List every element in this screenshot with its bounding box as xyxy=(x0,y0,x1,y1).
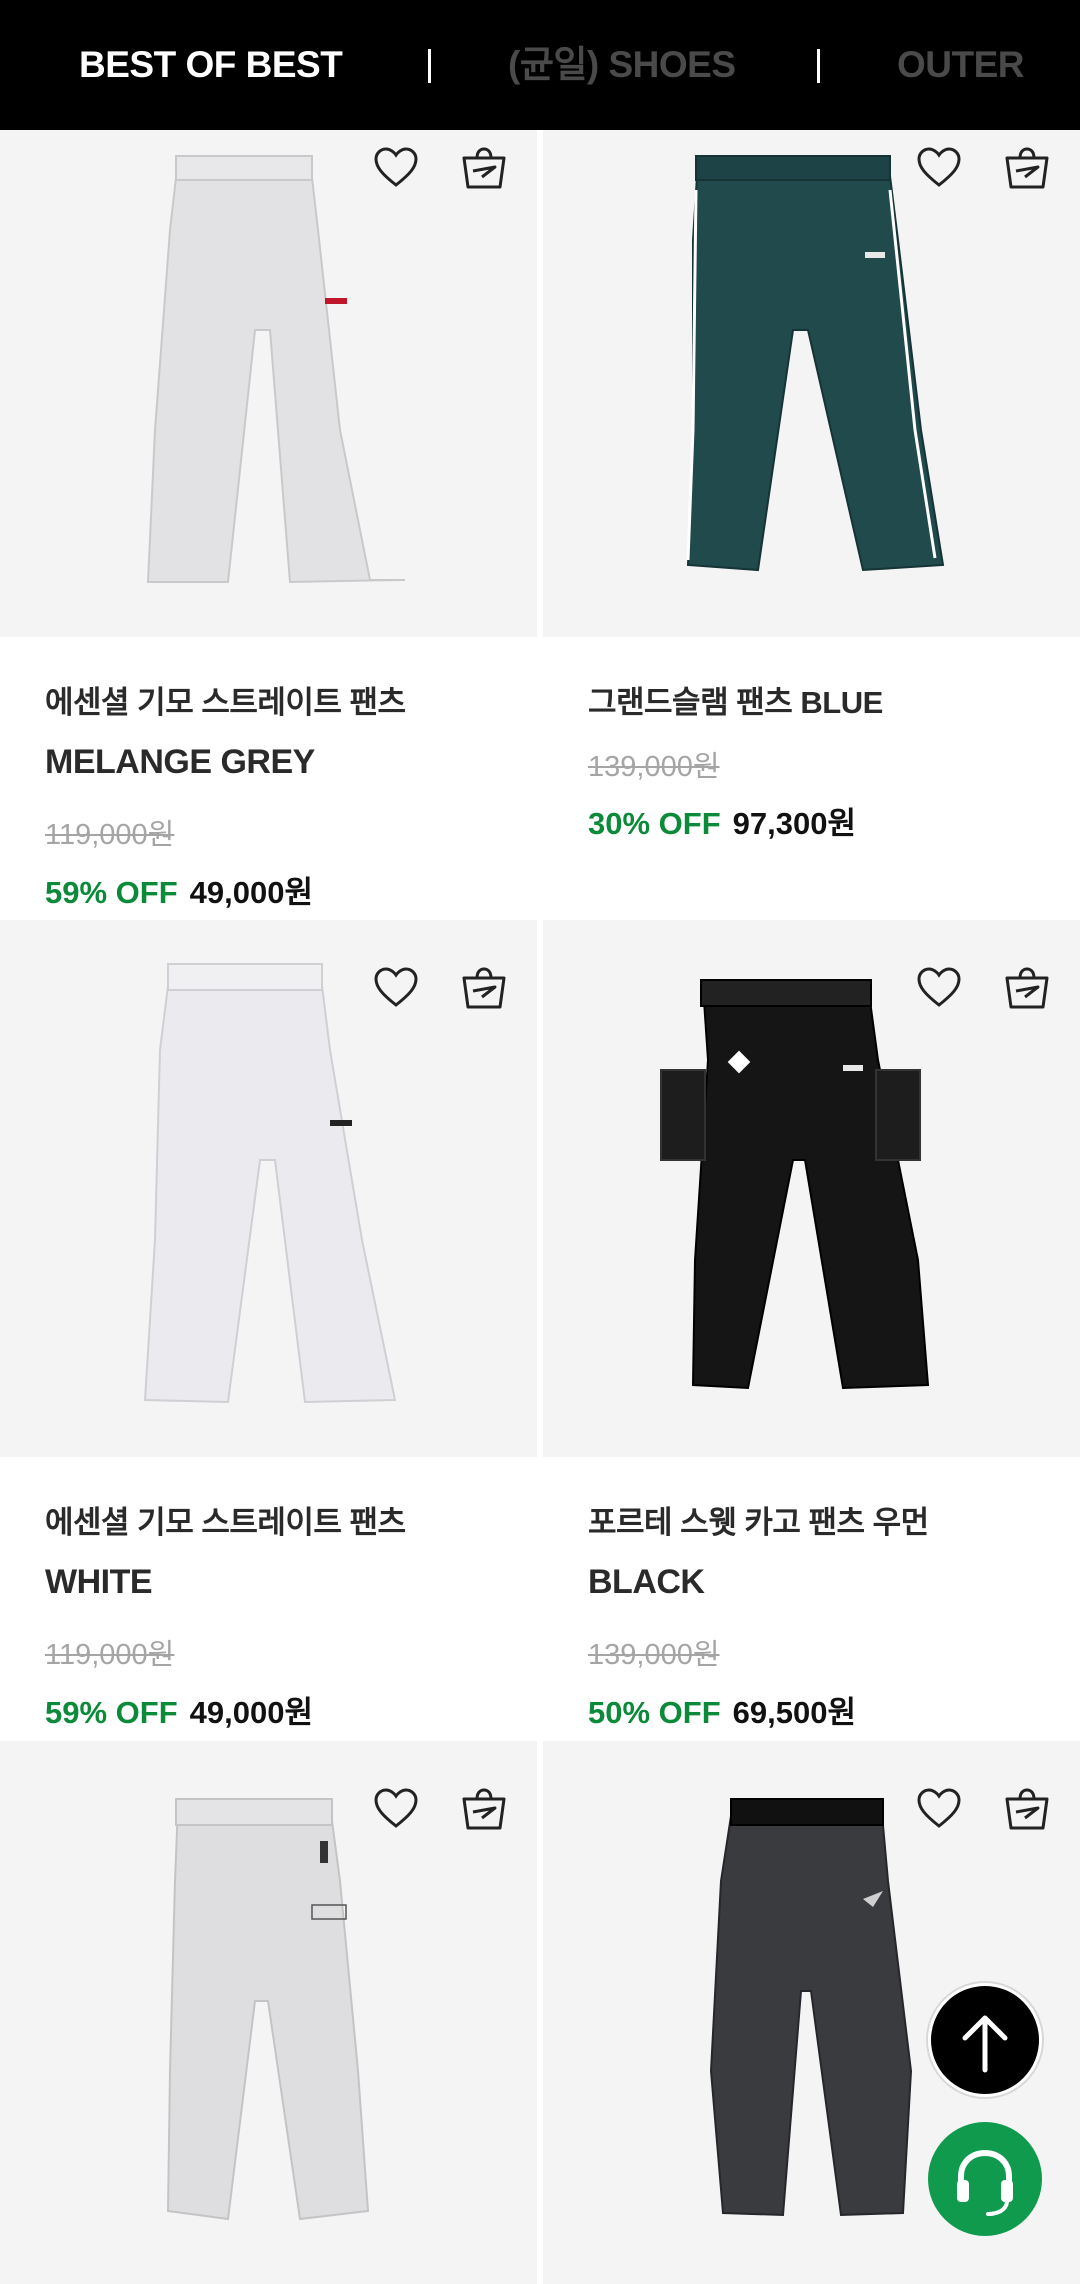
product-color: BLACK xyxy=(588,1563,705,1601)
product-image[interactable] xyxy=(543,130,1080,637)
shopping-bag-icon[interactable] xyxy=(1003,144,1051,192)
tab-outer[interactable]: OUTER xyxy=(897,42,1025,88)
product-card[interactable] xyxy=(0,1741,537,2284)
product-info[interactable]: 에센셜 기모 스트레이트 팬츠 MELANGE GREY 119,000원 59… xyxy=(0,637,537,920)
heart-icon[interactable] xyxy=(915,144,963,192)
heart-icon[interactable] xyxy=(915,1785,963,1833)
tab-shoes[interactable]: (균일) SHOES xyxy=(508,42,736,88)
product-name: 포르테 스웻 카고 팬츠 우먼 xyxy=(588,1505,929,1540)
original-price: 139,000원 xyxy=(588,751,720,783)
product-info[interactable]: 포르테 스웻 카고 팬츠 우먼 BLACK 139,000원 50% OFF 69… xyxy=(543,1457,1080,1740)
product-pants-image xyxy=(166,1798,370,2221)
price-line: 59% OFF 49,000원 xyxy=(45,1687,313,1732)
product-image[interactable] xyxy=(0,920,537,1457)
price-line: 59% OFF 49,000원 xyxy=(45,867,313,912)
product-color: MELANGE GREY xyxy=(45,743,315,781)
discount-rate: 59% OFF xyxy=(45,1695,178,1730)
original-price: 139,000원 xyxy=(588,1639,720,1671)
shopping-bag-icon[interactable] xyxy=(460,1785,508,1833)
price-line: 50% OFF 69,500원 xyxy=(588,1687,856,1732)
sale-price: 49,000원 xyxy=(189,875,313,910)
tab-best-of-best[interactable]: BEST OF BEST xyxy=(79,42,343,88)
shopping-bag-icon[interactable] xyxy=(1003,964,1051,1012)
sale-price: 69,500원 xyxy=(732,1695,856,1730)
product-card[interactable]: 에센셜 기모 스트레이트 팬츠 MELANGE GREY 119,000원 59… xyxy=(0,130,537,920)
shopping-bag-icon[interactable] xyxy=(460,964,508,1012)
tab-divider xyxy=(817,49,820,83)
sale-price: 97,300원 xyxy=(732,806,856,841)
original-price: 119,000원 xyxy=(45,819,175,851)
headset-icon xyxy=(957,2149,1013,2216)
heart-icon[interactable] xyxy=(915,964,963,1012)
product-info[interactable]: 그랜드슬램 팬츠 BLUE 139,000원 30% OFF 97,300원 xyxy=(543,637,1080,920)
heart-icon[interactable] xyxy=(372,1785,420,1833)
discount-rate: 30% OFF xyxy=(588,806,721,841)
product-image[interactable] xyxy=(0,1741,537,2284)
product-card[interactable]: 포르테 스웻 카고 팬츠 우먼 BLACK 139,000원 50% OFF 69… xyxy=(543,920,1080,1740)
original-price: 119,000원 xyxy=(45,1639,175,1671)
category-tab-bar: BEST OF BEST (균일) SHOES OUTER xyxy=(0,0,1080,130)
shopping-bag-icon[interactable] xyxy=(460,144,508,192)
discount-rate: 50% OFF xyxy=(588,1695,721,1730)
heart-icon[interactable] xyxy=(372,144,420,192)
product-name: 그랜드슬램 팬츠 BLUE xyxy=(588,685,883,720)
product-info[interactable]: 에센셜 기모 스트레이트 팬츠 WHITE 119,000원 59% OFF 49… xyxy=(0,1457,537,1740)
product-card[interactable]: 에센셜 기모 스트레이트 팬츠 WHITE 119,000원 59% OFF 49… xyxy=(0,920,537,1740)
customer-support-button[interactable] xyxy=(928,2122,1042,2236)
discount-rate: 59% OFF xyxy=(45,875,178,910)
price-line: 30% OFF 97,300원 xyxy=(588,798,856,843)
product-card[interactable]: 그랜드슬램 팬츠 BLUE 139,000원 30% OFF 97,300원 xyxy=(543,130,1080,920)
product-pants-image xyxy=(686,155,945,572)
product-pants-image xyxy=(146,155,405,584)
product-image[interactable] xyxy=(0,130,537,637)
scroll-to-top-button[interactable] xyxy=(928,1983,1042,2097)
shopping-bag-icon[interactable] xyxy=(1003,1785,1051,1833)
tab-divider xyxy=(428,49,431,83)
sale-price: 49,000원 xyxy=(189,1695,313,1730)
product-color: WHITE xyxy=(45,1563,153,1601)
product-name: 에센셜 기모 스트레이트 팬츠 xyxy=(45,1505,406,1540)
product-name: 에센셜 기모 스트레이트 팬츠 xyxy=(45,685,406,720)
product-pants-image xyxy=(143,963,397,1404)
product-pants-image xyxy=(660,979,930,1390)
arrow-up-icon xyxy=(962,2015,1008,2073)
heart-icon[interactable] xyxy=(372,964,420,1012)
product-image[interactable] xyxy=(543,920,1080,1457)
